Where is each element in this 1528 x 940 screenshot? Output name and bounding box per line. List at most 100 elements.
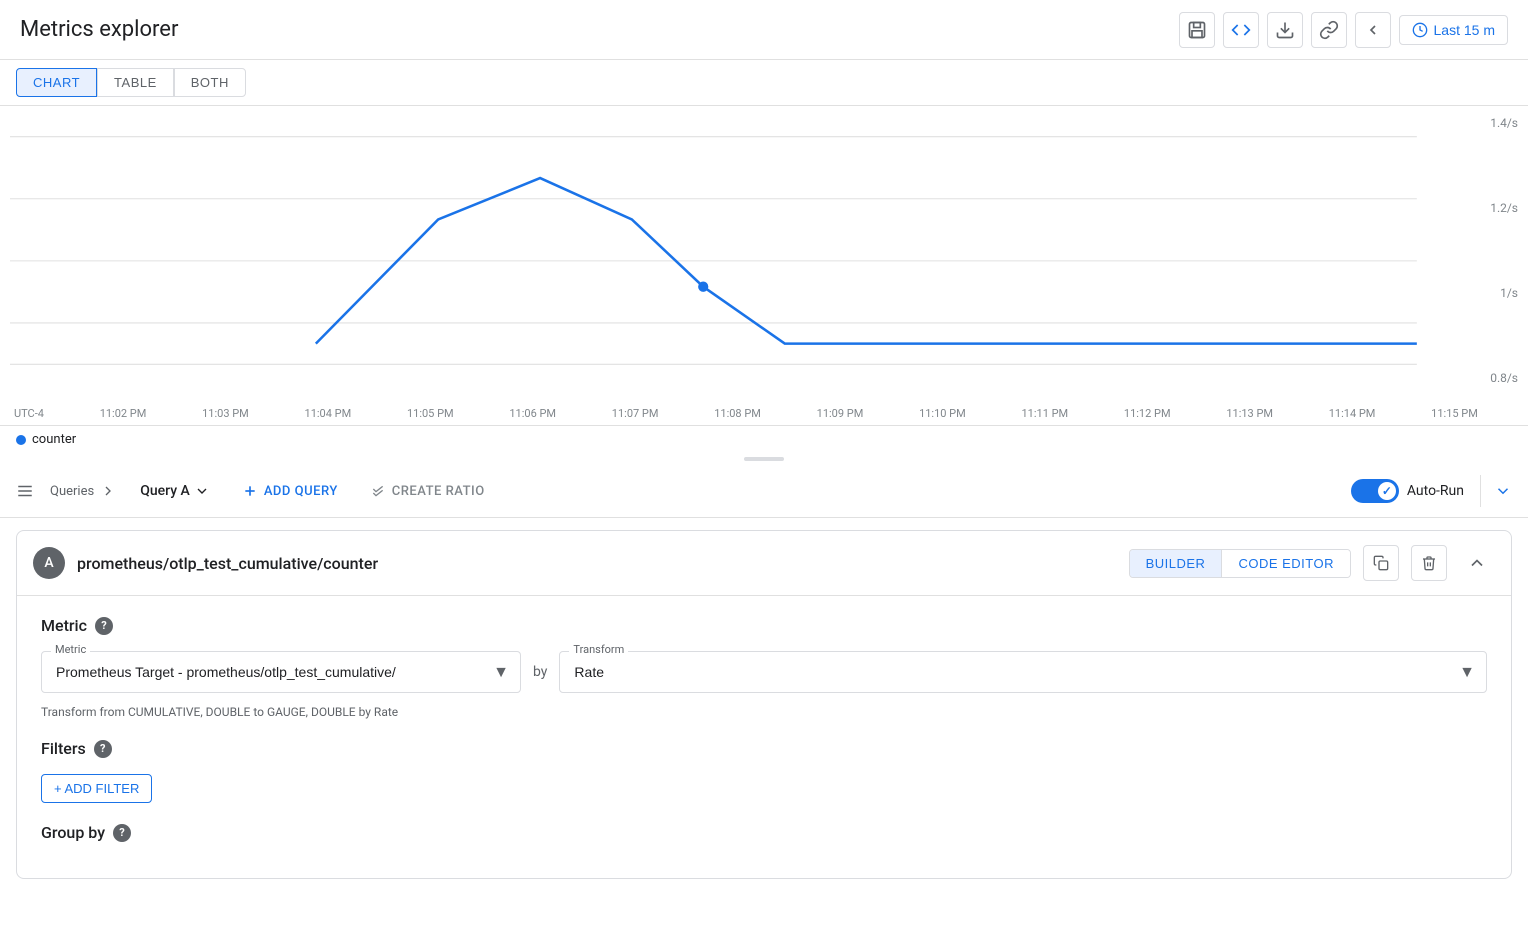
add-query-icon xyxy=(242,483,258,499)
resize-handle[interactable] xyxy=(0,453,1528,465)
auto-run-toggle[interactable]: ✓ xyxy=(1351,479,1399,503)
auto-run-label: Auto-Run xyxy=(1407,483,1464,499)
query-collapse-icon xyxy=(1467,553,1487,573)
header-actions: Last 15 m xyxy=(1179,12,1508,48)
code-button[interactable] xyxy=(1223,12,1259,48)
metric-help-icon[interactable]: ? xyxy=(95,617,113,635)
metric-field-label: Metric xyxy=(51,643,90,656)
group-by-help-icon[interactable]: ? xyxy=(113,824,131,842)
create-ratio-icon xyxy=(370,483,386,499)
chart-legend: counter xyxy=(0,426,1528,453)
time-range-button[interactable]: Last 15 m xyxy=(1399,15,1508,45)
chart-y-labels: 1.4/s 1.2/s 1/s 0.8/s xyxy=(1490,116,1518,385)
query-panel-header: A prometheus/otlp_test_cumulative/counte… xyxy=(17,531,1511,596)
queries-icon xyxy=(16,482,34,500)
code-editor-mode-button[interactable]: CODE EDITOR xyxy=(1222,550,1350,577)
query-panel-scroll[interactable]: Metric ? Metric Prometheus Target - prom… xyxy=(17,596,1511,878)
collapse-icon xyxy=(1494,482,1512,500)
query-body: Metric ? Metric Prometheus Target - prom… xyxy=(17,596,1511,878)
breadcrumb-chevron-icon xyxy=(100,483,116,499)
x-label-12: 11:14 PM xyxy=(1329,407,1376,420)
toggle-track: ✓ xyxy=(1351,479,1399,503)
query-name-chevron-icon xyxy=(194,483,210,499)
query-bar: Queries Query A ADD QUERY CREATE RATIO ✓ xyxy=(0,465,1528,518)
x-label-5: 11:07 PM xyxy=(612,407,659,420)
add-query-label: ADD QUERY xyxy=(264,484,338,499)
duplicate-icon xyxy=(1373,555,1389,571)
download-button[interactable] xyxy=(1267,12,1303,48)
group-by-label: Group by xyxy=(41,823,105,842)
transform-select[interactable]: Rate xyxy=(559,651,1487,693)
x-label-13: 11:15 PM xyxy=(1431,407,1478,420)
x-label-3: 11:05 PM xyxy=(407,407,454,420)
chart-svg xyxy=(10,116,1478,385)
timezone-label: UTC-4 xyxy=(14,407,44,420)
delete-icon xyxy=(1421,555,1437,571)
metric-field: Metric Prometheus Target - prometheus/ot… xyxy=(41,651,521,693)
chart-x-axis: UTC-4 11:02 PM 11:03 PM 11:04 PM 11:05 P… xyxy=(14,407,1478,420)
group-by-section: Group by ? xyxy=(41,823,1487,842)
add-filter-label: + ADD FILTER xyxy=(54,781,139,796)
metric-section-title: Metric ? xyxy=(41,616,1487,635)
save-button[interactable] xyxy=(1179,12,1215,48)
transform-field-label: Transform xyxy=(569,643,628,656)
chart-area: 1.4/s 1.2/s 1/s 0.8/s UTC-4 11:02 PM 11:… xyxy=(0,106,1528,426)
tab-table[interactable]: TABLE xyxy=(97,68,174,97)
duplicate-query-button[interactable] xyxy=(1363,545,1399,581)
create-ratio-label: CREATE RATIO xyxy=(392,484,485,499)
query-panel-collapse-button[interactable] xyxy=(1459,545,1495,581)
page-title: Metrics explorer xyxy=(20,17,178,42)
builder-mode-button[interactable]: BUILDER xyxy=(1130,550,1223,577)
x-label-1: 11:03 PM xyxy=(202,407,249,420)
toggle-thumb: ✓ xyxy=(1378,482,1396,500)
clock-icon xyxy=(1412,22,1428,38)
view-tabs: CHART TABLE BOTH xyxy=(0,60,1528,106)
delete-query-button[interactable] xyxy=(1411,545,1447,581)
x-label-0: 11:02 PM xyxy=(100,407,147,420)
link-button[interactable] xyxy=(1311,12,1347,48)
x-label-4: 11:06 PM xyxy=(509,407,556,420)
x-label-10: 11:12 PM xyxy=(1124,407,1171,420)
group-by-section-title: Group by ? xyxy=(41,823,1487,842)
filters-section: Filters ? + ADD FILTER xyxy=(41,739,1487,803)
breadcrumb: Queries xyxy=(50,483,116,499)
y-label-2: 1.2/s xyxy=(1490,201,1518,215)
metric-label: Metric xyxy=(41,616,87,635)
legend-dot xyxy=(16,435,26,445)
back-button[interactable] xyxy=(1355,12,1391,48)
x-label-6: 11:08 PM xyxy=(714,407,761,420)
transform-field: Transform Rate ▼ xyxy=(559,651,1487,693)
tab-both[interactable]: BOTH xyxy=(174,68,246,97)
create-ratio-button[interactable]: CREATE RATIO xyxy=(362,479,493,503)
y-label-3: 1/s xyxy=(1490,286,1518,300)
x-label-7: 11:09 PM xyxy=(817,407,864,420)
x-label-2: 11:04 PM xyxy=(305,407,352,420)
y-label-1: 1.4/s xyxy=(1490,116,1518,130)
resize-bar xyxy=(744,457,784,461)
query-name-label: Query A xyxy=(140,483,190,499)
filters-help-icon[interactable]: ? xyxy=(94,740,112,758)
query-name-dropdown[interactable]: Query A xyxy=(132,479,218,503)
toggle-check-icon: ✓ xyxy=(1382,484,1392,498)
collapse-query-bar-button[interactable] xyxy=(1480,475,1512,507)
filters-section-title: Filters ? xyxy=(41,739,1487,758)
query-path: prometheus/otlp_test_cumulative/counter xyxy=(77,554,1117,573)
metric-row: Metric Prometheus Target - prometheus/ot… xyxy=(41,651,1487,693)
add-filter-button[interactable]: + ADD FILTER xyxy=(41,774,152,803)
transform-description: Transform from CUMULATIVE, DOUBLE to GAU… xyxy=(41,705,1487,719)
tab-chart[interactable]: CHART xyxy=(16,68,97,97)
auto-run-container: ✓ Auto-Run xyxy=(1351,479,1464,503)
by-label: by xyxy=(533,664,547,680)
queries-label: Queries xyxy=(50,484,94,499)
query-panel: A prometheus/otlp_test_cumulative/counte… xyxy=(16,530,1512,879)
y-label-4: 0.8/s xyxy=(1490,371,1518,385)
metric-select[interactable]: Prometheus Target - prometheus/otlp_test… xyxy=(41,651,521,693)
query-avatar-letter: A xyxy=(44,555,53,571)
filters-label: Filters xyxy=(41,739,86,758)
legend-label: counter xyxy=(32,432,76,447)
x-label-8: 11:10 PM xyxy=(919,407,966,420)
add-query-button[interactable]: ADD QUERY xyxy=(234,479,346,503)
x-label-9: 11:11 PM xyxy=(1021,407,1068,420)
query-avatar: A xyxy=(33,547,65,579)
x-label-11: 11:13 PM xyxy=(1226,407,1273,420)
